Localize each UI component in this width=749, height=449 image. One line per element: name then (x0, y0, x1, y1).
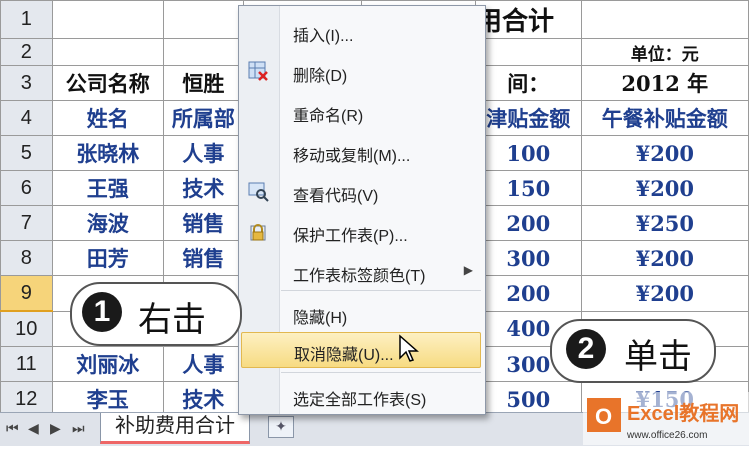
row-header[interactable]: 3 (0, 65, 53, 101)
grid-cell[interactable]: 100 (474, 135, 582, 171)
grid-cell[interactable] (163, 38, 244, 66)
grid-cell[interactable]: 人事 (163, 346, 244, 382)
grid-cell[interactable]: 所属部 (163, 100, 244, 136)
grid-cell[interactable]: ¥200 (580, 170, 749, 206)
row-header[interactable]: 7 (0, 205, 53, 241)
grid-cell[interactable]: 150 (474, 170, 582, 206)
grid-cell[interactable]: 午餐补贴金额 (580, 100, 749, 136)
grid-cell[interactable]: 公司名称 (51, 65, 165, 101)
lock-icon (250, 224, 266, 241)
row-header[interactable]: 4 (0, 100, 53, 136)
menu-select-all-label: 选定全部工作表(S) (293, 392, 427, 409)
row-header[interactable]: 10 (0, 310, 53, 347)
grid-cell[interactable]: 恒胜 (163, 65, 244, 101)
grid-cell[interactable]: 销售 (163, 205, 244, 241)
menu-separator (281, 290, 481, 291)
grid-cell[interactable]: 海波 (51, 205, 165, 241)
menu-tab-color-label: 工作表标签颜色(T) (293, 268, 426, 285)
row-header[interactable]: 2 (0, 38, 53, 66)
grid-cell[interactable]: 200 (474, 275, 582, 312)
step1-callout: 1 右击 (70, 282, 242, 346)
menu-delete[interactable]: 删除(D) (239, 54, 485, 88)
grid-cell[interactable]: ¥200 (580, 275, 749, 312)
grid-cell[interactable] (51, 38, 165, 66)
row-header[interactable]: 5 (0, 135, 53, 171)
grid-cell[interactable] (51, 0, 165, 39)
grid-cell[interactable]: 间： (474, 65, 582, 101)
grid-cell[interactable]: 刘丽冰 (51, 346, 165, 382)
step1-text: 右击 (138, 301, 206, 339)
sheet-tab-context-menu: 插入(I)... 删除(D) 重命名(R) 移动或复制(M)... 查看代码(V… (238, 5, 486, 415)
last-sheet-icon[interactable]: ⏭ (72, 420, 85, 437)
grid-cell[interactable]: ¥250 (580, 205, 749, 241)
step2-text: 单击 (624, 338, 692, 376)
menu-unhide[interactable]: 取消隐藏(U)... (241, 332, 481, 368)
grid-cell[interactable]: 用合计 (474, 0, 582, 39)
menu-protect-label: 保护工作表(P)... (293, 228, 408, 245)
grid-cell[interactable] (474, 38, 582, 66)
grid-cell[interactable]: 张晓林 (51, 135, 165, 171)
menu-insert[interactable]: 插入(I)... (239, 14, 485, 48)
menu-separator (281, 372, 481, 373)
menu-insert-label: 插入(I)... (293, 28, 354, 45)
step1-badge: 1 (82, 292, 122, 332)
row-header[interactable]: 8 (0, 240, 53, 276)
row-header[interactable]: 9 (0, 275, 53, 312)
grid-cell[interactable]: 姓名 (51, 100, 165, 136)
grid-cell[interactable]: 津贴金额 (474, 100, 582, 136)
menu-move-copy-label: 移动或复制(M)... (293, 148, 411, 165)
menu-delete-label: 删除(D) (293, 68, 348, 85)
grid-cell[interactable]: 田芳 (51, 240, 165, 276)
delete-sheet-icon (248, 61, 268, 81)
insert-sheet-icon[interactable]: ✦ (268, 416, 294, 438)
svg-text:www.office26.com: www.office26.com (626, 430, 707, 441)
menu-tab-color[interactable]: 工作表标签颜色(T) ▶ (239, 254, 485, 288)
mouse-pointer-icon (399, 334, 419, 362)
row-header[interactable]: 11 (0, 346, 53, 382)
next-sheet-icon[interactable]: ▶ (50, 420, 61, 437)
menu-rename-label: 重命名(R) (293, 108, 364, 125)
grid-cell[interactable]: 王强 (51, 170, 165, 206)
menu-unhide-label: 取消隐藏(U)... (294, 347, 394, 364)
grid-cell[interactable]: ¥200 (580, 240, 749, 276)
step2-callout: 2 单击 (550, 319, 716, 383)
menu-view-code[interactable]: 查看代码(V) (239, 174, 485, 208)
sheet-tab-active[interactable]: 补助费用合计 (100, 413, 250, 444)
menu-rename[interactable]: 重命名(R) (239, 94, 485, 128)
grid-cell[interactable] (163, 0, 244, 39)
step2-badge: 2 (566, 329, 606, 369)
view-code-icon (248, 182, 269, 202)
menu-view-code-label: 查看代码(V) (293, 188, 379, 205)
submenu-arrow-icon: ▶ (463, 263, 473, 277)
row-header[interactable]: 6 (0, 170, 53, 206)
grid-cell[interactable]: 销售 (163, 240, 244, 276)
menu-move-copy[interactable]: 移动或复制(M)... (239, 134, 485, 168)
grid-cell[interactable] (580, 0, 749, 39)
grid-cell[interactable]: 单位：元 (580, 38, 749, 66)
grid-cell[interactable]: 技术 (163, 170, 244, 206)
grid-cell[interactable]: ¥200 (580, 135, 749, 171)
svg-text:O: O (595, 404, 612, 429)
menu-hide-label: 隐藏(H) (293, 310, 348, 327)
menu-protect-sheet[interactable]: 保护工作表(P)... (239, 214, 485, 248)
grid-cell[interactable]: 2012 年 (580, 65, 749, 101)
prev-sheet-icon[interactable]: ◀ (28, 420, 39, 437)
first-sheet-icon[interactable]: ⏮ (6, 420, 19, 437)
grid-cell[interactable]: 300 (474, 240, 582, 276)
watermark-logo: O Excel教程网 www.office26.com (583, 392, 749, 445)
grid-cell[interactable]: 200 (474, 205, 582, 241)
menu-hide[interactable]: 隐藏(H) (239, 296, 485, 330)
row-header[interactable]: 1 (0, 0, 53, 39)
grid-cell[interactable]: 人事 (163, 135, 244, 171)
menu-select-all-sheets[interactable]: 选定全部工作表(S) (239, 378, 485, 412)
svg-text:Excel教程网: Excel教程网 (627, 401, 739, 425)
